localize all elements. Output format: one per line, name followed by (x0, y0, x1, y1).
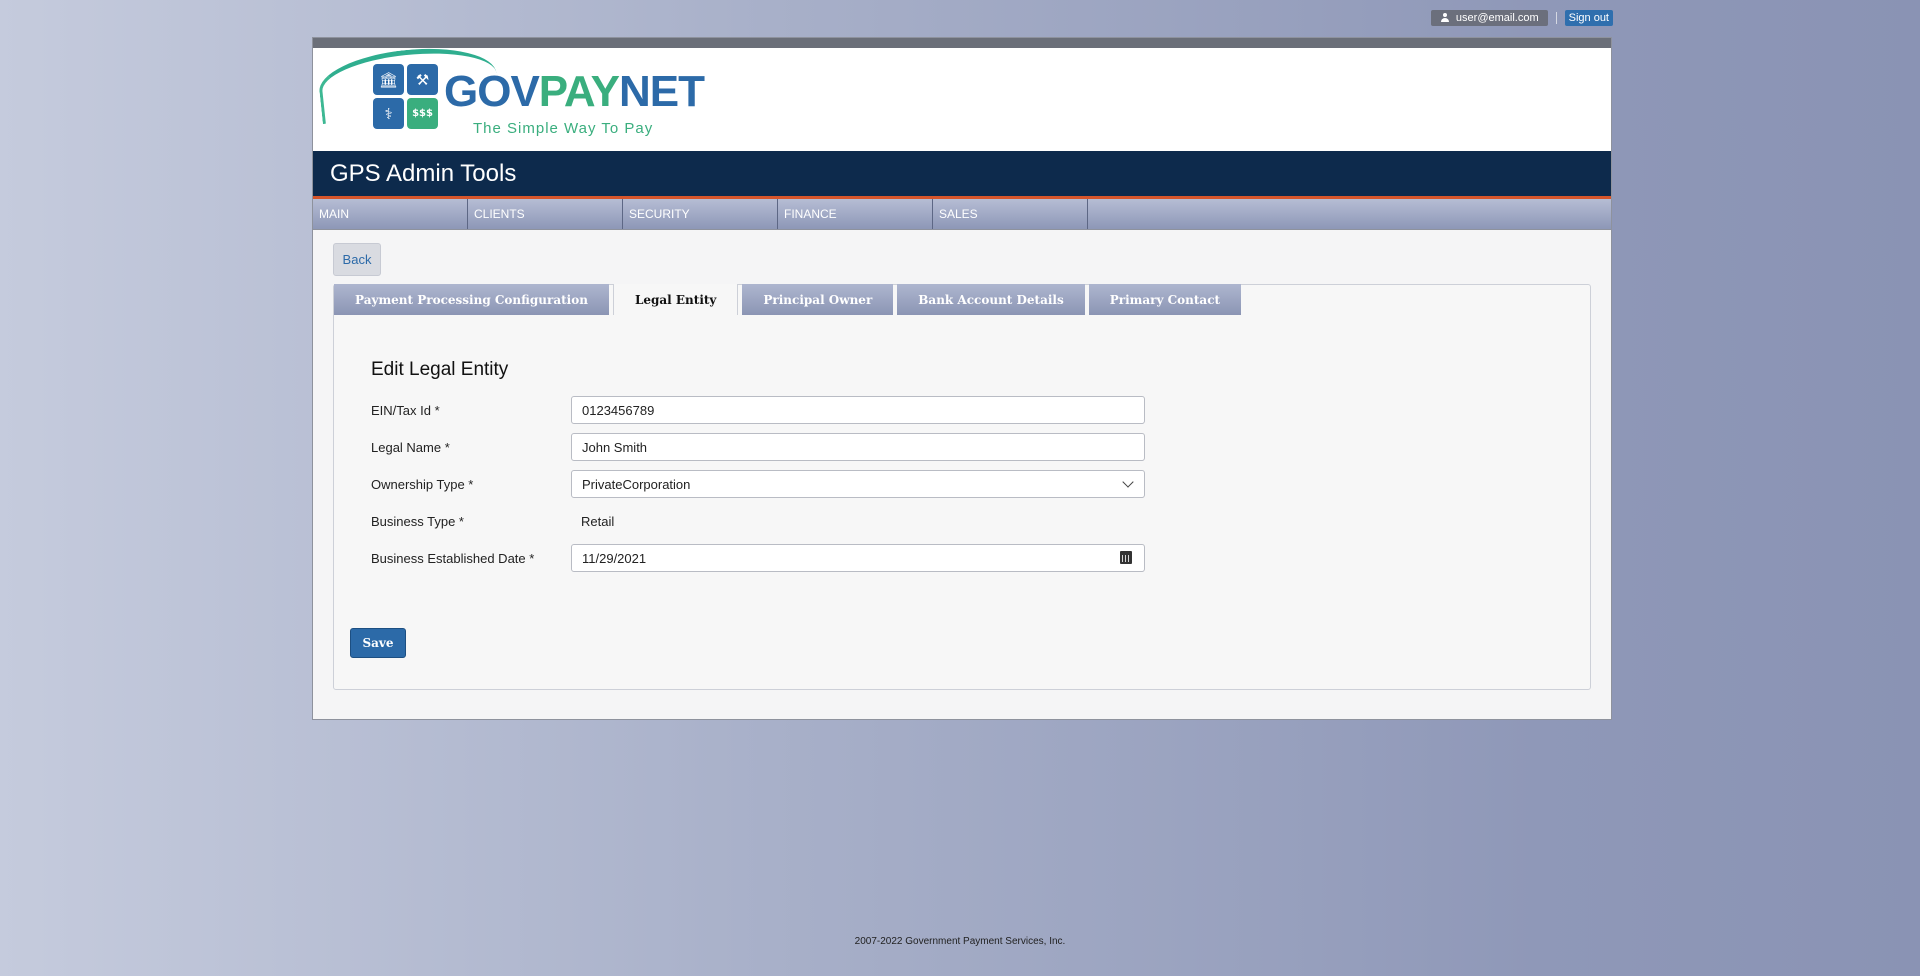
app-title: GPS Admin Tools (330, 159, 517, 187)
chevron-down-icon (1122, 476, 1134, 488)
nav-item-clients[interactable]: CLIENTS (468, 199, 623, 229)
ownership-type-value: PrivateCorporation (582, 476, 691, 492)
legal-name-field[interactable]: John Smith (571, 433, 1145, 461)
divider (1555, 12, 1557, 24)
logo-pay: PAY (538, 67, 620, 116)
tab-primary-contact[interactable]: Primary Contact (1088, 284, 1242, 315)
back-button[interactable]: Back (333, 243, 381, 276)
calendar-icon[interactable] (1120, 551, 1132, 564)
nav-item-security[interactable]: SECURITY (623, 199, 778, 229)
gavel-icon: ⚒ (407, 64, 438, 95)
nav-item-main[interactable]: MAIN (313, 199, 468, 229)
top-strip (313, 38, 1611, 48)
logo-area: 🏛︎ ⚒ ⚕ $$$ GOVPAYNET The Simple Way To P… (313, 40, 1611, 151)
ein-label: EIN/Tax Id * (371, 402, 440, 418)
tab-legal-entity[interactable]: Legal Entity (612, 284, 739, 315)
user-icon (1440, 13, 1450, 23)
user-pill[interactable]: user@email.com (1430, 10, 1548, 26)
money-icon: $$$ (407, 98, 438, 129)
tab-strip: Payment Processing Configuration Legal E… (334, 284, 1242, 315)
established-date-field[interactable]: 11/29/2021 (571, 544, 1145, 572)
tab-principal-owner[interactable]: Principal Owner (742, 284, 894, 315)
ownership-type-select[interactable]: PrivateCorporation (571, 470, 1145, 498)
tab-bank-account-details[interactable]: Bank Account Details (897, 284, 1085, 315)
logo-tiles: 🏛︎ ⚒ ⚕ $$$ (373, 64, 439, 132)
app-title-bar: GPS Admin Tools (313, 151, 1611, 199)
established-date-row: Business Established Date * 11/29/2021 (371, 543, 1151, 573)
logo-wordmark: GOVPAYNET (444, 67, 705, 116)
nav-item-finance[interactable]: FINANCE (778, 199, 933, 229)
established-date-value: 11/29/2021 (582, 550, 647, 566)
form-title: Edit Legal Entity (371, 359, 509, 380)
user-email: user@email.com (1455, 12, 1539, 24)
main-nav: MAIN CLIENTS SECURITY FINANCE SALES (313, 199, 1611, 230)
logo-net: NET (618, 67, 705, 116)
tab-payment-processing-configuration[interactable]: Payment Processing Configuration (334, 284, 609, 315)
save-button[interactable]: Save (350, 628, 406, 658)
user-bar: user@email.com Sign out (1430, 10, 1613, 26)
legal-name-label: Legal Name * (371, 439, 450, 455)
legal-name-row: Legal Name * John Smith (371, 432, 1151, 462)
courthouse-icon: 🏛︎ (373, 64, 404, 95)
ein-row: EIN/Tax Id * 0123456789 (371, 395, 1151, 425)
business-type-row: Business Type * Retail (371, 506, 1151, 536)
logo-gov: GOV (444, 67, 540, 116)
established-date-label: Business Established Date * (371, 550, 535, 566)
logo-tagline: The Simple Way To Pay (473, 120, 654, 137)
footer-copyright: 2007-2022 Government Payment Services, I… (854, 936, 1066, 947)
sign-out-button[interactable]: Sign out (1564, 10, 1613, 26)
ownership-type-row: Ownership Type * PrivateCorporation (371, 469, 1151, 499)
ein-field[interactable]: 0123456789 (571, 396, 1145, 424)
tab-panel: Payment Processing Configuration Legal E… (333, 284, 1591, 690)
business-type-value: Retail (581, 513, 615, 529)
business-type-label: Business Type * (371, 513, 464, 529)
ownership-type-label: Ownership Type * (371, 476, 474, 492)
stethoscope-icon: ⚕ (373, 98, 404, 129)
nav-item-sales[interactable]: SALES (933, 199, 1088, 229)
page-container: 🏛︎ ⚒ ⚕ $$$ GOVPAYNET The Simple Way To P… (312, 37, 1612, 720)
